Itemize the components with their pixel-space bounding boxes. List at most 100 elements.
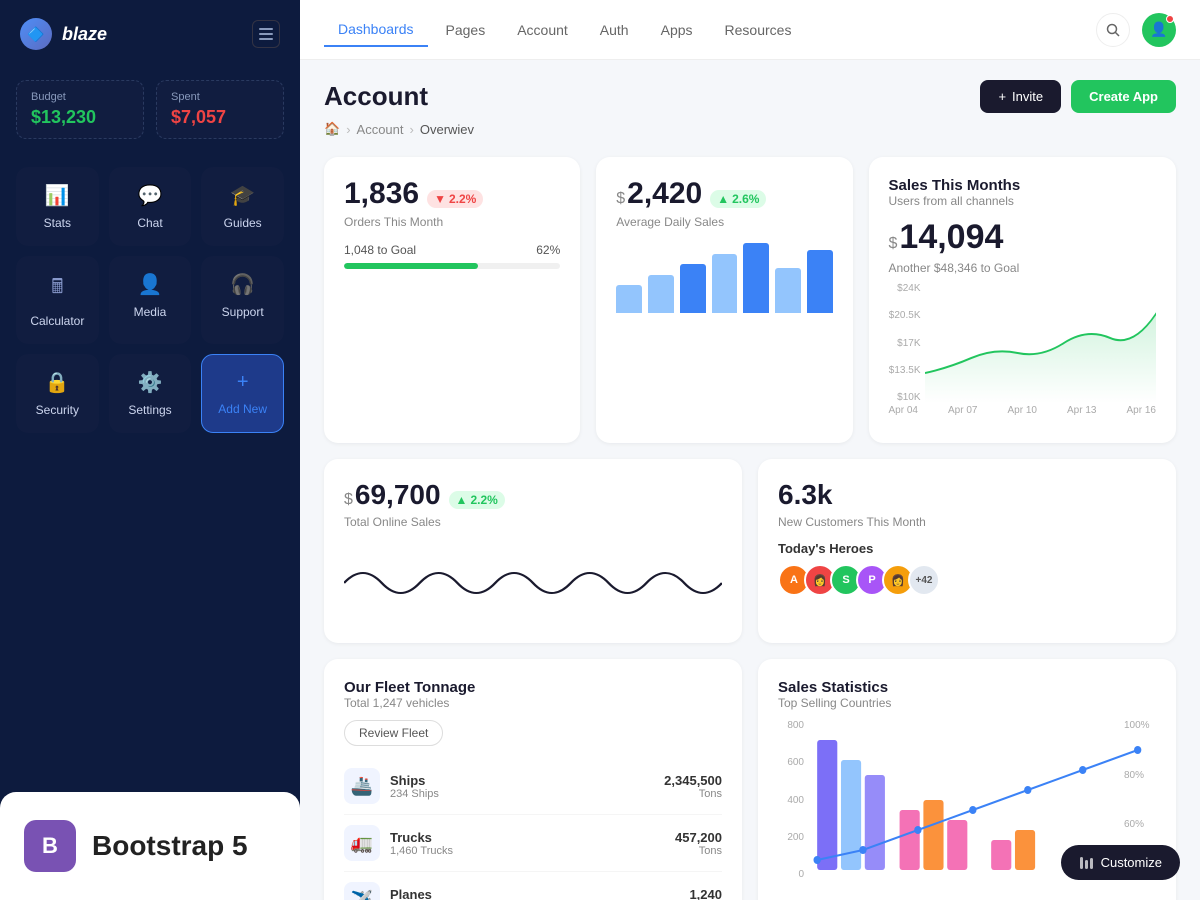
main-content: Dashboards Pages Account Auth Apps Resou…: [300, 0, 1200, 900]
sidebar-item-label: Support: [222, 305, 264, 319]
sidebar-header: 🔷 blaze: [0, 0, 300, 68]
security-icon: 🔒: [45, 370, 70, 395]
bootstrap-label: Bootstrap 5: [92, 830, 248, 862]
sidebar-item-media[interactable]: 👤 Media: [109, 256, 192, 344]
bootstrap-icon: B: [24, 820, 76, 872]
logo-icon: 🔷: [20, 18, 52, 50]
budget-label: Budget: [31, 91, 129, 103]
bar-6: [775, 268, 801, 314]
sidebar-item-settings[interactable]: ⚙️ Settings: [109, 354, 192, 433]
spent-card: Spent $7,057: [156, 80, 284, 139]
sidebar-item-chat[interactable]: 💬 Chat: [109, 167, 192, 246]
budget-value: $13,230: [31, 107, 129, 128]
sales-stats-title: Sales Statistics: [778, 679, 1156, 696]
sidebar-item-label: Security: [36, 403, 79, 417]
sales-line-chart: $24K $20.5K $17K $13.5K $10K: [889, 283, 1157, 423]
sidebar-item-label: Settings: [128, 403, 171, 417]
trucks-count: 1,460 Trucks: [390, 845, 453, 857]
sidebar-item-security[interactable]: 🔒 Security: [16, 354, 99, 433]
sidebar-item-support[interactable]: 🎧 Support: [201, 256, 284, 344]
invite-button[interactable]: + Invite: [980, 80, 1061, 113]
customize-icon: [1079, 856, 1093, 870]
sales-this-month-card: Sales This Months Users from all channel…: [869, 157, 1177, 443]
dollar-prefix: $: [616, 190, 625, 208]
bar-4: [712, 254, 738, 314]
sales-goal-note: Another $48,346 to Goal: [889, 261, 1157, 275]
orders-badge: ▼ 2.2%: [427, 190, 483, 208]
tab-apps[interactable]: Apps: [647, 14, 707, 46]
online-sales-card: $ 69,700 ▲ 2.2% Total Online Sales: [324, 459, 742, 643]
spent-value: $7,057: [171, 107, 269, 128]
breadcrumb: 🏠 › Account › Overwiev: [324, 121, 1176, 137]
review-fleet-button[interactable]: Review Fleet: [344, 720, 443, 746]
bootstrap-badge: B Bootstrap 5: [24, 820, 276, 872]
search-button[interactable]: [1096, 13, 1130, 47]
stats-row: 1,836 ▼ 2.2% Orders This Month 1,048 to …: [324, 157, 1176, 443]
sidebar-item-add-new[interactable]: + Add New: [201, 354, 284, 433]
budget-row: Budget $13,230 Spent $7,057: [0, 68, 300, 151]
topnav-right: 👤: [1096, 13, 1176, 47]
fleet-card: Our Fleet Tonnage Total 1,247 vehicles R…: [324, 659, 742, 900]
bottom-row: Our Fleet Tonnage Total 1,247 vehicles R…: [324, 659, 1176, 900]
tab-resources[interactable]: Resources: [711, 14, 806, 46]
budget-card: Budget $13,230: [16, 80, 144, 139]
sidebar-item-label: Stats: [44, 216, 71, 230]
trucks-unit: Tons: [675, 845, 722, 857]
topnav: Dashboards Pages Account Auth Apps Resou…: [300, 0, 1200, 60]
stats-icon: 📊: [45, 183, 70, 208]
daily-sales-badge: ▲ 2.6%: [710, 190, 766, 208]
sidebar-item-calculator[interactable]: 🖩 Calculator: [16, 256, 99, 344]
new-customers-card: 6.3k New Customers This Month Today's He…: [758, 459, 1176, 643]
tab-auth[interactable]: Auth: [586, 14, 643, 46]
progress-bar: [344, 263, 560, 269]
sidebar-item-label: Media: [134, 305, 167, 319]
sidebar-item-stats[interactable]: 📊 Stats: [16, 167, 99, 246]
online-dollar: $: [344, 491, 353, 509]
trucks-name: Trucks: [390, 830, 453, 845]
sidebar: 🔷 blaze Budget $13,230 Spent $7,057 📊 St…: [0, 0, 300, 900]
bar-5: [743, 243, 769, 313]
bar-1: [616, 285, 642, 313]
breadcrumb-current: Overwiev: [420, 122, 474, 137]
notification-dot: [1166, 15, 1174, 23]
sidebar-item-guides[interactable]: 🎓 Guides: [201, 167, 284, 246]
online-sales-value: 69,700: [355, 479, 441, 511]
calculator-icon: 🖩: [51, 272, 63, 306]
second-stats-row: $ 69,700 ▲ 2.2% Total Online Sales 6.3k: [324, 459, 1176, 643]
down-arrow-icon: ▼: [434, 192, 446, 206]
breadcrumb-account[interactable]: Account: [357, 122, 404, 137]
sidebar-bottom: B Bootstrap 5: [0, 792, 300, 900]
orders-label: Orders This Month: [344, 215, 560, 229]
tab-dashboards[interactable]: Dashboards: [324, 13, 428, 47]
trucks-icon: 🚛: [344, 825, 380, 861]
sidebar-menu-button[interactable]: [252, 20, 280, 48]
fleet-list: 🚢 Ships 234 Ships 2,345,500 Tons: [344, 758, 722, 900]
user-avatar[interactable]: 👤: [1142, 13, 1176, 47]
fleet-item-ships: 🚢 Ships 234 Ships 2,345,500 Tons: [344, 758, 722, 815]
bar-2: [648, 275, 674, 314]
line-chart-svg: [925, 283, 1157, 403]
tab-pages[interactable]: Pages: [432, 14, 500, 46]
create-app-button[interactable]: Create App: [1071, 80, 1176, 113]
media-icon: 👤: [138, 272, 163, 297]
orders-progress: 1,048 to Goal 62%: [344, 243, 560, 269]
sidebar-item-label: Guides: [224, 216, 262, 230]
sales-dollar: $: [889, 235, 898, 253]
chart-x-labels: Apr 04 Apr 07 Apr 10 Apr 13 Apr 16: [889, 405, 1157, 416]
up-arrow-icon: ▲: [717, 192, 729, 206]
heroes-label: Today's Heroes: [778, 541, 1156, 556]
daily-sales-card: $ 2,420 ▲ 2.6% Average Daily Sales: [596, 157, 852, 443]
tab-account[interactable]: Account: [503, 14, 582, 46]
sidebar-item-label: Calculator: [30, 314, 84, 328]
orders-card: 1,836 ▼ 2.2% Orders This Month 1,048 to …: [324, 157, 580, 443]
breadcrumb-home-icon: 🏠: [324, 121, 340, 137]
ships-unit: Tons: [664, 788, 722, 800]
sales-big-value: 14,094: [899, 218, 1003, 257]
progress-goal-label: 1,048 to Goal: [344, 243, 416, 257]
customize-button[interactable]: Customize: [1061, 845, 1180, 880]
heroes-avatars: A 👩 S P 👩 +42: [778, 564, 1156, 596]
fleet-item-planes: ✈️ Planes 8 Aircrafts 1,240 Tons: [344, 872, 722, 900]
sales-month-title: Sales This Months: [889, 177, 1157, 194]
page-header: Account + Invite Create App: [324, 80, 1176, 113]
online-sales-label: Total Online Sales: [344, 515, 722, 529]
